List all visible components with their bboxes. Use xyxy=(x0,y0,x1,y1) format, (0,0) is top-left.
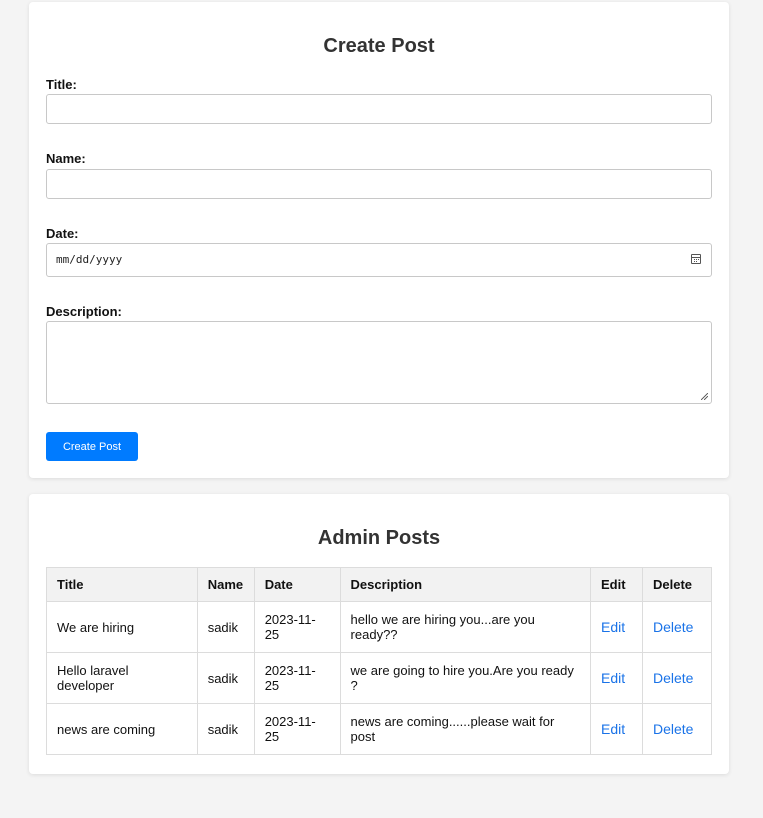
cell-title: We are hiring xyxy=(46,601,198,653)
delete-link[interactable]: Delete xyxy=(653,670,693,686)
cell-title: news are coming xyxy=(46,703,198,755)
cell-name: sadik xyxy=(196,703,255,755)
cell-delete: Delete xyxy=(641,601,713,653)
table-row: news are coming sadik 2023-11-25 news ar… xyxy=(46,703,713,755)
cell-edit: Edit xyxy=(590,703,643,755)
date-placeholder: mm/dd/yyyy xyxy=(56,253,123,266)
title-input[interactable] xyxy=(46,94,712,124)
admin-posts-card: Admin Posts Title Name Date Description … xyxy=(29,494,729,774)
create-post-heading: Create Post xyxy=(323,35,435,57)
cell-date: 2023-11-25 xyxy=(253,601,341,653)
table-header-row: Title Name Date Description Edit Delete xyxy=(46,567,713,602)
table-row: We are hiring sadik 2023-11-25 hello we … xyxy=(46,601,713,653)
delete-link[interactable]: Delete xyxy=(653,619,693,635)
name-label: Name: xyxy=(46,151,86,166)
admin-posts-heading: Admin Posts xyxy=(317,527,441,549)
column-header-edit: Edit xyxy=(590,567,643,602)
column-header-title: Title xyxy=(46,567,198,602)
description-label: Description: xyxy=(46,304,122,319)
resize-grip-icon[interactable] xyxy=(701,393,708,400)
cell-edit: Edit xyxy=(590,652,643,704)
cell-date: 2023-11-25 xyxy=(253,703,341,755)
cell-title: Hello laravel developer xyxy=(46,652,198,704)
date-label: Date: xyxy=(46,226,79,241)
calendar-icon[interactable] xyxy=(691,254,701,264)
table-row: Hello laravel developer sadik 2023-11-25… xyxy=(46,652,713,704)
delete-link[interactable]: Delete xyxy=(653,721,693,737)
cell-description: news are coming......please wait for pos… xyxy=(339,703,592,755)
date-input[interactable]: mm/dd/yyyy xyxy=(46,243,712,277)
column-header-name: Name xyxy=(196,567,255,602)
edit-link[interactable]: Edit xyxy=(601,670,625,686)
cell-name: sadik xyxy=(196,652,255,704)
cell-description: we are going to hire you.Are you ready ? xyxy=(339,652,592,704)
cell-delete: Delete xyxy=(641,703,713,755)
cell-name: sadik xyxy=(196,601,255,653)
edit-link[interactable]: Edit xyxy=(601,619,625,635)
title-label: Title: xyxy=(46,77,77,92)
column-header-date: Date xyxy=(253,567,341,602)
column-header-description: Description xyxy=(339,567,592,602)
cell-delete: Delete xyxy=(641,652,713,704)
cell-edit: Edit xyxy=(590,601,643,653)
posts-table: Title Name Date Description Edit Delete … xyxy=(46,567,713,755)
cell-description: hello we are hiring you...are you ready?… xyxy=(339,601,592,653)
create-post-button[interactable]: Create Post xyxy=(46,432,138,461)
name-input[interactable] xyxy=(46,169,712,199)
column-header-delete: Delete xyxy=(641,567,713,602)
edit-link[interactable]: Edit xyxy=(601,721,625,737)
description-textarea[interactable] xyxy=(46,321,712,404)
create-post-card: Create Post Title: Name: Date: mm/dd/yyy… xyxy=(29,2,729,478)
cell-date: 2023-11-25 xyxy=(253,652,341,704)
